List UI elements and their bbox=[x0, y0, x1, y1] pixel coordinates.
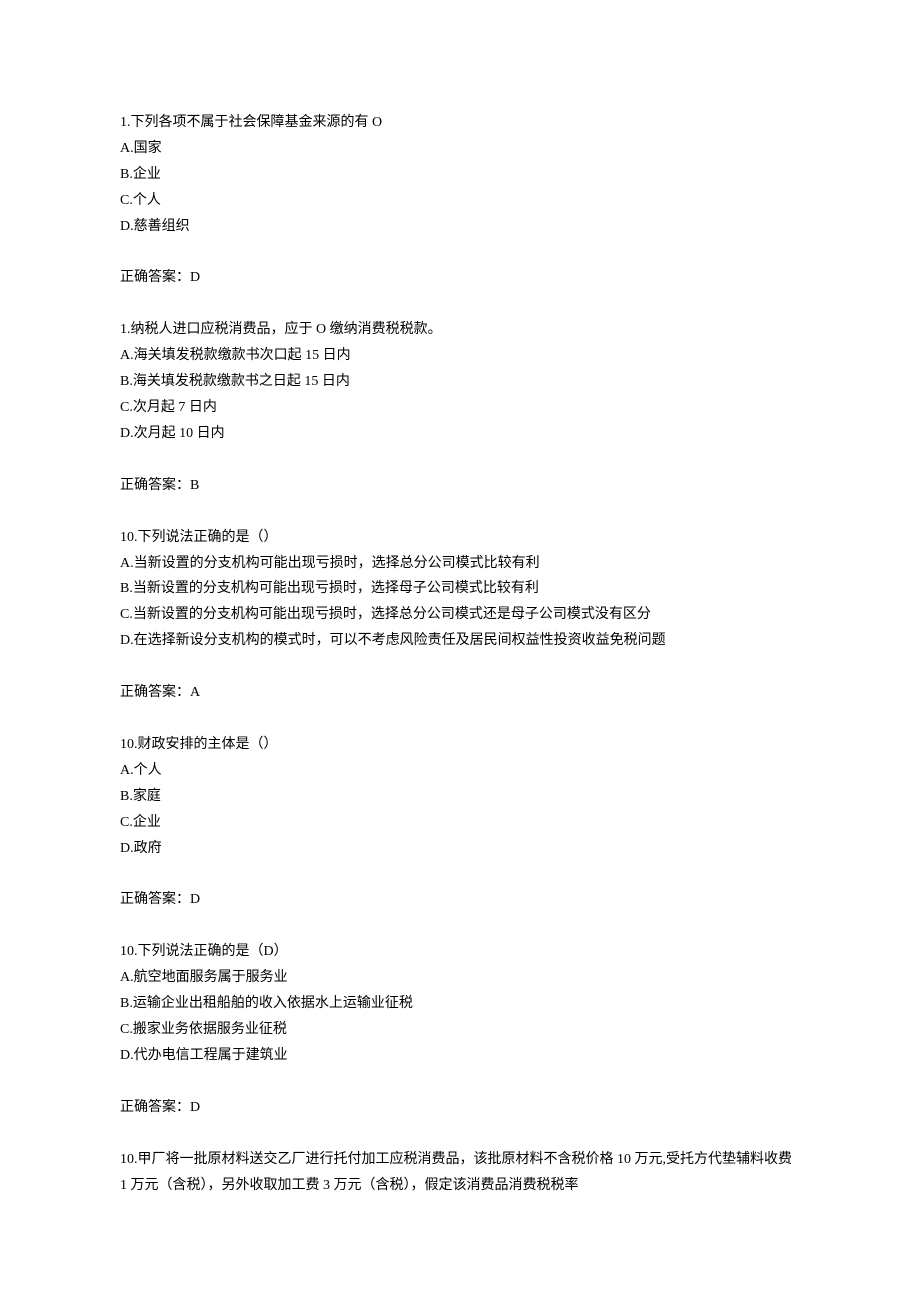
question-option: A.个人 bbox=[120, 758, 800, 784]
question-stem: 1.纳税人进口应税消费品，应于 O 缴纳消费税税款。 bbox=[120, 317, 800, 343]
question-stem: 10.财政安排的主体是（） bbox=[120, 732, 800, 758]
question-stem: 10.下列说法正确的是（） bbox=[120, 525, 800, 551]
question-option: D.在选择新设分支机构的模式时，可以不考虑风险责任及居民间权益性投资收益免税问题 bbox=[120, 628, 800, 654]
question-option: D.次月起 10 日内 bbox=[120, 421, 800, 447]
question-stem: 1.下列各项不属于社会保障基金来源的有 O bbox=[120, 110, 800, 136]
question-block: 10.财政安排的主体是（） A.个人 B.家庭 C.企业 D.政府 正确答案：D bbox=[120, 732, 800, 913]
question-option: B.运输企业出租船舶的收入依据水上运输业征税 bbox=[120, 991, 800, 1017]
answer-label: 正确答案：D bbox=[120, 1095, 800, 1121]
question-block: 1.纳税人进口应税消费品，应于 O 缴纳消费税税款。 A.海关填发税款缴款书次口… bbox=[120, 317, 800, 498]
question-option: B.企业 bbox=[120, 162, 800, 188]
question-option: C.企业 bbox=[120, 810, 800, 836]
question-option: A.国家 bbox=[120, 136, 800, 162]
question-option: A.当新设置的分支机构可能出现亏损时，选择总分公司模式比较有利 bbox=[120, 551, 800, 577]
question-option: D.代办电信工程属于建筑业 bbox=[120, 1043, 800, 1069]
question-option: B.当新设置的分支机构可能出现亏损时，选择母子公司模式比较有利 bbox=[120, 576, 800, 602]
answer-label: 正确答案：D bbox=[120, 265, 800, 291]
question-block: 10.下列说法正确的是（D） A.航空地面服务属于服务业 B.运输企业出租船舶的… bbox=[120, 939, 800, 1120]
question-option: D.政府 bbox=[120, 836, 800, 862]
question-block: 10.下列说法正确的是（） A.当新设置的分支机构可能出现亏损时，选择总分公司模… bbox=[120, 525, 800, 706]
question-option: C.次月起 7 日内 bbox=[120, 395, 800, 421]
answer-label: 正确答案：B bbox=[120, 473, 800, 499]
question-option: A.海关填发税款缴款书次口起 15 日内 bbox=[120, 343, 800, 369]
question-block: 10.甲厂将一批原材料送交乙厂进行托付加工应税消费品，该批原材料不含税价格 10… bbox=[120, 1147, 800, 1199]
question-option: B.海关填发税款缴款书之日起 15 日内 bbox=[120, 369, 800, 395]
question-stem: 10.下列说法正确的是（D） bbox=[120, 939, 800, 965]
question-option: C.个人 bbox=[120, 188, 800, 214]
answer-label: 正确答案：A bbox=[120, 680, 800, 706]
question-option: B.家庭 bbox=[120, 784, 800, 810]
question-option: C.当新设置的分支机构可能出现亏损时，选择总分公司模式还是母子公司模式没有区分 bbox=[120, 602, 800, 628]
question-stem: 10.甲厂将一批原材料送交乙厂进行托付加工应税消费品，该批原材料不含税价格 10… bbox=[120, 1147, 800, 1199]
answer-label: 正确答案：D bbox=[120, 887, 800, 913]
question-option: A.航空地面服务属于服务业 bbox=[120, 965, 800, 991]
question-option: C.搬家业务依据服务业征税 bbox=[120, 1017, 800, 1043]
document-page: 1.下列各项不属于社会保障基金来源的有 O A.国家 B.企业 C.个人 D.慈… bbox=[0, 0, 920, 1305]
question-block: 1.下列各项不属于社会保障基金来源的有 O A.国家 B.企业 C.个人 D.慈… bbox=[120, 110, 800, 291]
question-option: D.慈善组织 bbox=[120, 214, 800, 240]
